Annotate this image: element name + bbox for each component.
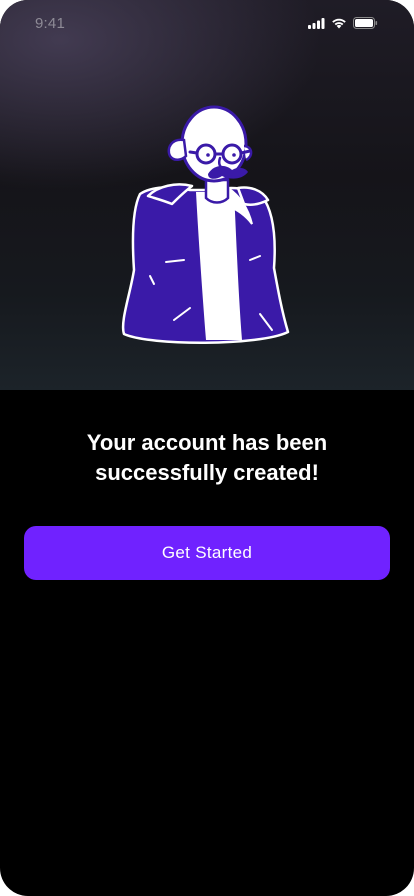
wifi-icon	[331, 17, 347, 29]
get-started-button[interactable]: Get Started	[24, 526, 390, 580]
man-illustration	[110, 100, 300, 350]
status-time: 9:41	[35, 15, 65, 32]
success-screen: 9:41 Your account has been successfully …	[0, 0, 414, 896]
hero-illustration-panel: 9:41	[0, 0, 414, 390]
status-bar: 9:41	[0, 0, 414, 48]
battery-icon	[353, 17, 378, 29]
status-icons	[308, 16, 378, 30]
cellular-signal-icon	[308, 17, 325, 29]
success-title: Your account has been successfully creat…	[86, 430, 328, 485]
